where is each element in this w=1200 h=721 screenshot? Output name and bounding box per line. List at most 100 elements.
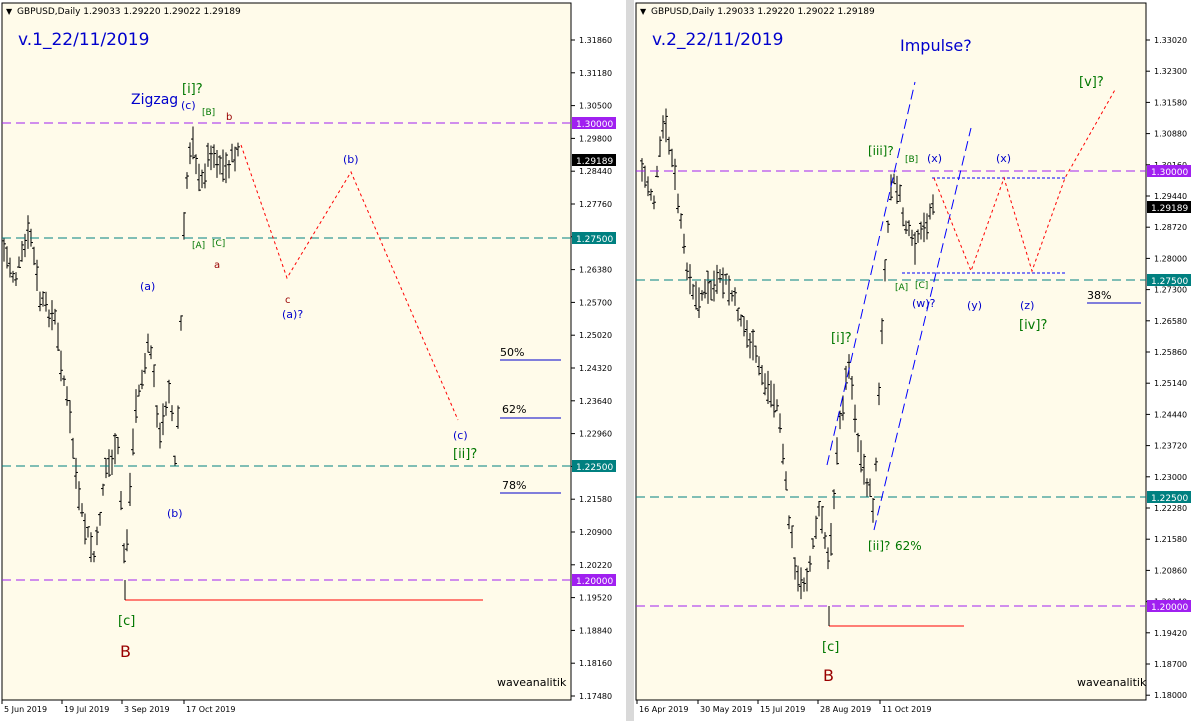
date-axis-label: 30 May 2019 xyxy=(700,705,752,714)
price-axis-label: 1.18000 xyxy=(1154,691,1187,700)
date-axis-label: 19 Jul 2019 xyxy=(64,705,109,714)
price-axis-label: 1.18700 xyxy=(1154,660,1187,669)
left-label-i: [i]? xyxy=(182,82,203,97)
left-label-a-paren: (a) xyxy=(140,280,155,293)
price-axis-label: 1.19420 xyxy=(1154,629,1187,638)
left-fib-50: 50% xyxy=(500,346,524,359)
price-axis-label: 1.30500 xyxy=(579,102,612,111)
price-axis-label: 1.24320 xyxy=(579,364,612,373)
price-axis-label: 1.29440 xyxy=(1154,192,1187,201)
price-axis-label: 1.17480 xyxy=(579,692,612,701)
left-label-ii: [ii]? xyxy=(453,447,477,462)
price-axis-label: 1.25020 xyxy=(579,331,612,340)
right-label-z: (z) xyxy=(1020,299,1034,312)
svg-text:1.20000: 1.20000 xyxy=(576,577,613,587)
svg-text:1.30000: 1.30000 xyxy=(576,120,613,130)
date-axis-label: 17 Oct 2019 xyxy=(186,705,235,714)
price-axis-label: 1.19520 xyxy=(579,594,612,603)
svg-text:▼: ▼ xyxy=(6,7,13,16)
price-axis-label: 1.26380 xyxy=(579,266,612,275)
price-axis-label: 1.26580 xyxy=(1154,317,1187,326)
left-chart-canvas: ▼ GBPUSD,Daily 1.29033 1.29220 1.29022 1… xyxy=(0,0,626,721)
price-axis-label: 1.21580 xyxy=(579,495,612,504)
price-axis-label: 1.30880 xyxy=(1154,130,1187,139)
price-axis-label: 1.23720 xyxy=(1154,442,1187,451)
price-axis-label: 1.23000 xyxy=(1154,473,1187,482)
price-axis-label: 1.20860 xyxy=(1154,566,1187,575)
price-axis-label: 1.23640 xyxy=(579,397,612,406)
price-axis-label: 1.20900 xyxy=(579,528,612,537)
left-label-c-sq: [c] xyxy=(118,614,135,629)
right-label-v: [v]? xyxy=(1079,75,1104,90)
price-axis-label: 1.22280 xyxy=(1154,504,1187,513)
right-label-iii: [iii]? xyxy=(868,144,894,158)
price-axis-label: 1.31860 xyxy=(579,36,612,45)
left-label-B-sq: [B] xyxy=(202,108,215,118)
right-label-y: (y) xyxy=(967,299,982,312)
date-axis-label: 5 Jun 2019 xyxy=(4,705,47,714)
panel-divider[interactable] xyxy=(626,0,634,721)
date-axis-label: 3 Sep 2019 xyxy=(124,705,170,714)
right-level-tag-1.20000: 1.20000 xyxy=(1147,600,1191,613)
price-axis-label: 1.22960 xyxy=(579,430,612,439)
price-axis-label: 1.28720 xyxy=(1154,223,1187,232)
left-level-tag-1.22500: 1.22500 xyxy=(572,460,616,473)
svg-text:1.20000: 1.20000 xyxy=(1151,603,1188,613)
price-axis-label: 1.21580 xyxy=(1154,535,1187,544)
price-axis-label: 1.33020 xyxy=(1154,36,1187,45)
left-current-price-tag: 1.29189 xyxy=(572,154,616,167)
date-axis-label: 16 Apr 2019 xyxy=(639,705,688,714)
right-symbol-header: GBPUSD,Daily 1.29033 1.29220 1.29022 1.2… xyxy=(651,7,875,17)
right-fib-38: 38% xyxy=(1087,289,1111,302)
right-label-62: 62% xyxy=(895,539,922,553)
price-axis-label: 1.18840 xyxy=(579,626,612,635)
price-axis-label: 1.28000 xyxy=(1154,254,1187,263)
svg-text:1.22500: 1.22500 xyxy=(576,463,613,473)
left-fib-62: 62% xyxy=(502,403,526,416)
price-axis-label: 1.31180 xyxy=(579,69,612,78)
right-label-c-sq: [c] xyxy=(822,640,839,655)
right-level-tag-1.27500: 1.27500 xyxy=(1147,274,1191,287)
left-level-tag-1.30000: 1.30000 xyxy=(572,117,616,130)
price-axis-label: 1.31580 xyxy=(1154,98,1187,107)
right-level-tag-1.30000: 1.30000 xyxy=(1147,165,1191,178)
price-axis-label: 1.32300 xyxy=(1154,67,1187,76)
right-version-label: v.2_22/11/2019 xyxy=(652,30,783,50)
price-axis-label: 1.24440 xyxy=(1154,410,1187,419)
svg-text:1.30000: 1.30000 xyxy=(1151,168,1188,178)
price-axis-label: 1.29800 xyxy=(579,134,612,143)
price-axis-label: 1.28440 xyxy=(579,167,612,176)
svg-text:1.22500: 1.22500 xyxy=(1151,494,1188,504)
date-axis-label: 11 Oct 2019 xyxy=(882,705,931,714)
left-label-c-paren: (c) xyxy=(181,99,196,112)
right-level-tag-1.22500: 1.22500 xyxy=(1147,491,1191,504)
right-label-ii: [ii]? xyxy=(868,539,890,553)
price-axis-label: 1.20220 xyxy=(579,561,612,570)
right-label-w: (w)? xyxy=(912,297,936,310)
left-version-label: v.1_22/11/2019 xyxy=(18,30,149,50)
right-label-i: [i]? xyxy=(831,331,852,346)
right-title: Impulse? xyxy=(900,36,972,55)
left-watermark: waveanalitik xyxy=(497,676,567,689)
right-current-price-tag: 1.29189 xyxy=(1147,201,1191,214)
price-axis-label: 1.18160 xyxy=(579,659,612,668)
left-symbol-header: GBPUSD,Daily 1.29033 1.29220 1.29022 1.2… xyxy=(17,7,241,17)
left-label-B-big: B xyxy=(120,642,131,661)
left-chart-window[interactable]: ▼ GBPUSD,Daily 1.29033 1.29220 1.29022 1… xyxy=(0,0,626,721)
right-chart-canvas: ▼ GBPUSD,Daily 1.29033 1.29220 1.29022 1… xyxy=(634,0,1200,721)
svg-text:1.27500: 1.27500 xyxy=(1151,277,1188,287)
left-fib-78: 78% xyxy=(502,479,526,492)
right-label-x1: (x) xyxy=(927,152,942,165)
right-label-C-sq: [C] xyxy=(915,281,928,291)
left-label-c-small: c xyxy=(285,295,291,306)
left-label-b-small: b xyxy=(226,112,232,123)
left-label-zigzag: Zigzag xyxy=(131,92,178,108)
price-axis-label: 1.27760 xyxy=(579,200,612,209)
left-label-c-proj: (c) xyxy=(453,429,468,442)
left-label-b-proj: (b) xyxy=(343,153,359,166)
right-label-B-big: B xyxy=(823,666,834,685)
right-chart-window[interactable]: ▼ GBPUSD,Daily 1.29033 1.29220 1.29022 1… xyxy=(634,0,1200,721)
left-label-A-sq: [A] xyxy=(192,241,205,251)
left-label-C-sq: [C] xyxy=(212,239,225,249)
date-axis-label: 28 Aug 2019 xyxy=(820,705,871,714)
